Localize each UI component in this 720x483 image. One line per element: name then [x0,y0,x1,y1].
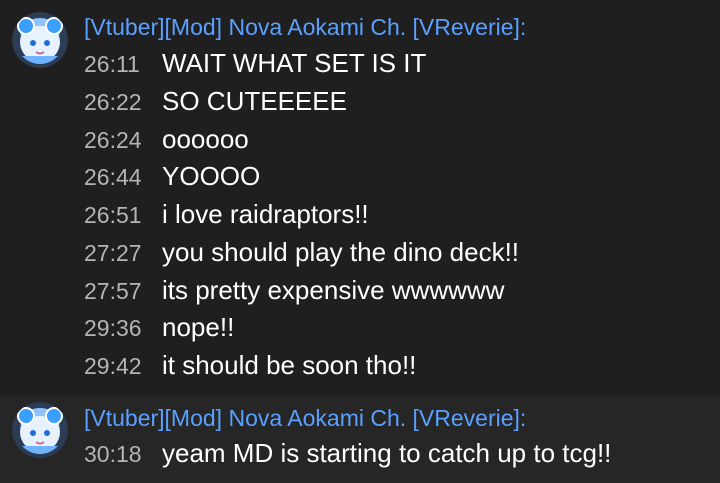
avatar[interactable] [12,402,68,458]
timestamp: 26:11 [84,51,140,77]
message-text: WAIT WHAT SET IS IT [162,48,427,78]
chat-line: 27:57 its pretty expensive wwwwww [84,275,504,309]
timestamp: 26:24 [84,127,142,153]
message-group: [Vtuber][Mod] Nova Aokami Ch. [VReverie]… [0,396,720,483]
timestamp: 29:42 [84,353,142,379]
timestamp: 30:18 [84,441,142,467]
timestamp: 26:22 [84,89,142,115]
timestamp: 27:27 [84,240,142,266]
chat-line: 29:42 it should be soon tho!! [84,350,416,384]
message-text: oooooo [162,124,249,154]
message-text: you should play the dino deck!! [162,237,520,267]
chat-line: 26:44 YOOOO [84,161,260,195]
timestamp: 26:44 [84,164,142,190]
message-text: YOOOO [162,161,261,191]
chat-line: 30:18 yeam MD is starting to catch up to … [84,438,611,472]
chat-line: 26:51 i love raidraptors!! [84,199,369,233]
avatar-icon [12,402,68,458]
chat-log: [Vtuber][Mod] Nova Aokami Ch. [VReverie]… [0,0,720,483]
message-text: nope!! [162,312,235,342]
chat-line: 26:22 SO CUTEEEEE [84,86,347,120]
timestamp: 29:36 [84,315,142,341]
message-group: [Vtuber][Mod] Nova Aokami Ch. [VReverie]… [0,8,720,384]
chat-line: 29:36 nope!! [84,312,234,346]
author-name[interactable]: [Vtuber][Mod] Nova Aokami Ch. [VReverie]… [84,14,526,41]
message-text: i love raidraptors!! [162,199,369,229]
avatar-icon [12,12,68,68]
timestamp: 26:51 [84,202,142,228]
author-name[interactable]: [Vtuber][Mod] Nova Aokami Ch. [VReverie]… [84,405,526,432]
message-text: it should be soon tho!! [162,350,417,380]
message-text: yeam MD is starting to catch up to tcg!! [162,438,612,468]
timestamp: 27:57 [84,278,142,304]
chat-line: 26:24 oooooo [84,124,249,158]
message-text: SO CUTEEEEE [162,86,347,116]
chat-line: 27:27 you should play the dino deck!! [84,237,519,271]
message-text: its pretty expensive wwwwww [162,275,505,305]
avatar[interactable] [12,12,68,68]
chat-line: 26:11 WAIT WHAT SET IS IT [84,48,426,82]
